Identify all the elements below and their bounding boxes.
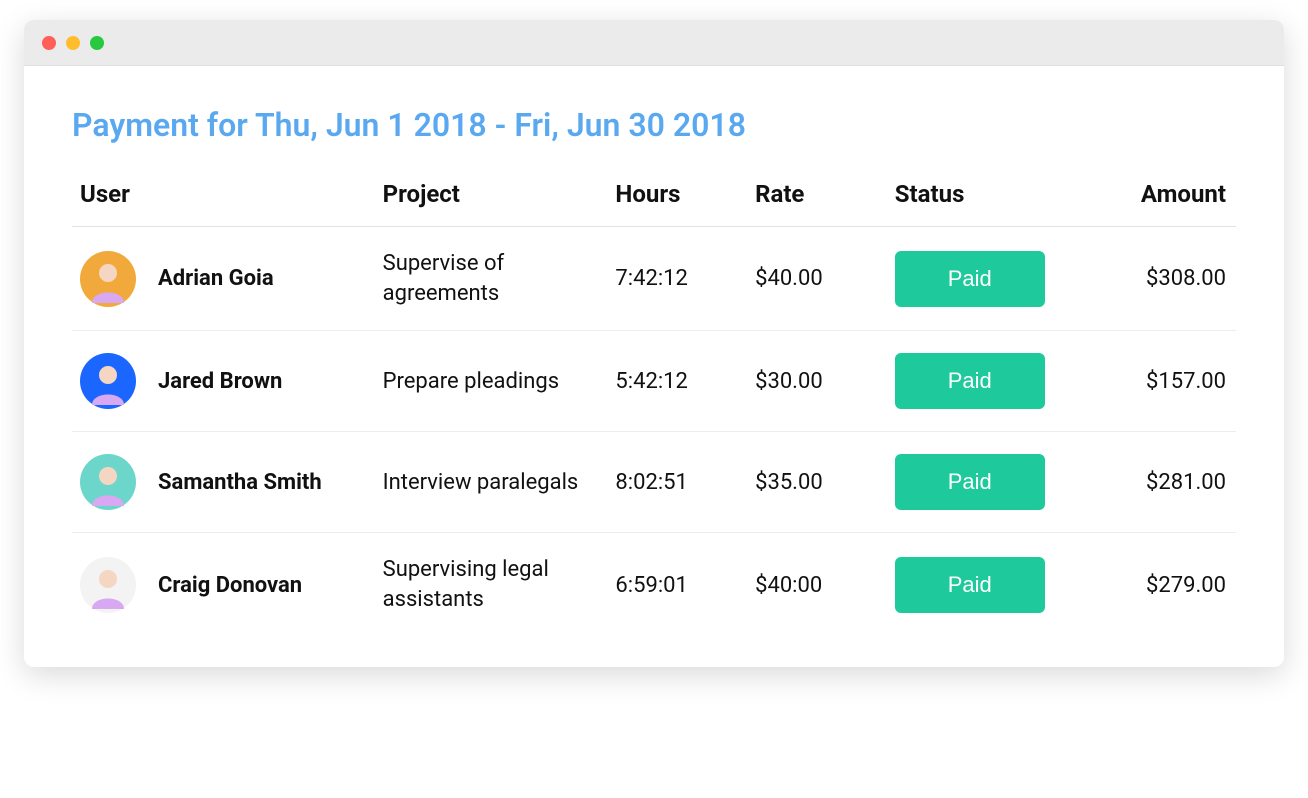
user-name: Jared Brown xyxy=(158,369,282,394)
user-name: Craig Donovan xyxy=(158,573,302,598)
hours-value: 7:42:12 xyxy=(607,227,747,331)
status-badge[interactable]: Paid xyxy=(895,454,1045,510)
status-badge[interactable]: Paid xyxy=(895,353,1045,409)
rate-value: $35.00 xyxy=(747,432,887,533)
table-row: Jared Brown Prepare pleadings 5:42:12 $3… xyxy=(72,331,1236,432)
column-header-user: User xyxy=(72,180,375,227)
hours-value: 5:42:12 xyxy=(607,331,747,432)
amount-value: $308.00 xyxy=(1073,227,1236,331)
user-name: Samantha Smith xyxy=(158,470,322,495)
close-icon[interactable] xyxy=(42,36,56,50)
payments-table: User Project Hours Rate Status Amount Ad… xyxy=(72,180,1236,637)
column-header-rate: Rate xyxy=(747,180,887,227)
hours-value: 8:02:51 xyxy=(607,432,747,533)
app-window: Payment for Thu, Jun 1 2018 - Fri, Jun 3… xyxy=(24,20,1284,667)
status-badge[interactable]: Paid xyxy=(895,251,1045,307)
user-name: Adrian Goia xyxy=(158,266,274,291)
table-row: Adrian Goia Supervise of agreements 7:42… xyxy=(72,227,1236,331)
avatar xyxy=(80,251,136,307)
maximize-icon[interactable] xyxy=(90,36,104,50)
project-name: Interview paralegals xyxy=(383,468,593,498)
hours-value: 6:59:01 xyxy=(607,533,747,637)
main-content: Payment for Thu, Jun 1 2018 - Fri, Jun 3… xyxy=(24,66,1284,667)
project-name: Supervising legal assistants xyxy=(383,555,593,614)
rate-value: $30.00 xyxy=(747,331,887,432)
user-cell: Craig Donovan xyxy=(80,557,367,613)
avatar xyxy=(80,454,136,510)
user-cell: Jared Brown xyxy=(80,353,367,409)
user-cell: Samantha Smith xyxy=(80,454,367,510)
amount-value: $157.00 xyxy=(1073,331,1236,432)
window-titlebar xyxy=(24,20,1284,66)
table-row: Samantha Smith Interview paralegals 8:02… xyxy=(72,432,1236,533)
avatar xyxy=(80,557,136,613)
column-header-status: Status xyxy=(887,180,1073,227)
table-row: Craig Donovan Supervising legal assistan… xyxy=(72,533,1236,637)
column-header-amount: Amount xyxy=(1073,180,1236,227)
amount-value: $281.00 xyxy=(1073,432,1236,533)
amount-value: $279.00 xyxy=(1073,533,1236,637)
rate-value: $40:00 xyxy=(747,533,887,637)
minimize-icon[interactable] xyxy=(66,36,80,50)
column-header-hours: Hours xyxy=(607,180,747,227)
project-name: Prepare pleadings xyxy=(383,367,593,397)
page-title: Payment for Thu, Jun 1 2018 - Fri, Jun 3… xyxy=(72,106,1236,144)
project-name: Supervise of agreements xyxy=(383,249,593,308)
table-header-row: User Project Hours Rate Status Amount xyxy=(72,180,1236,227)
status-badge[interactable]: Paid xyxy=(895,557,1045,613)
rate-value: $40.00 xyxy=(747,227,887,331)
column-header-project: Project xyxy=(375,180,608,227)
user-cell: Adrian Goia xyxy=(80,251,367,307)
avatar xyxy=(80,353,136,409)
